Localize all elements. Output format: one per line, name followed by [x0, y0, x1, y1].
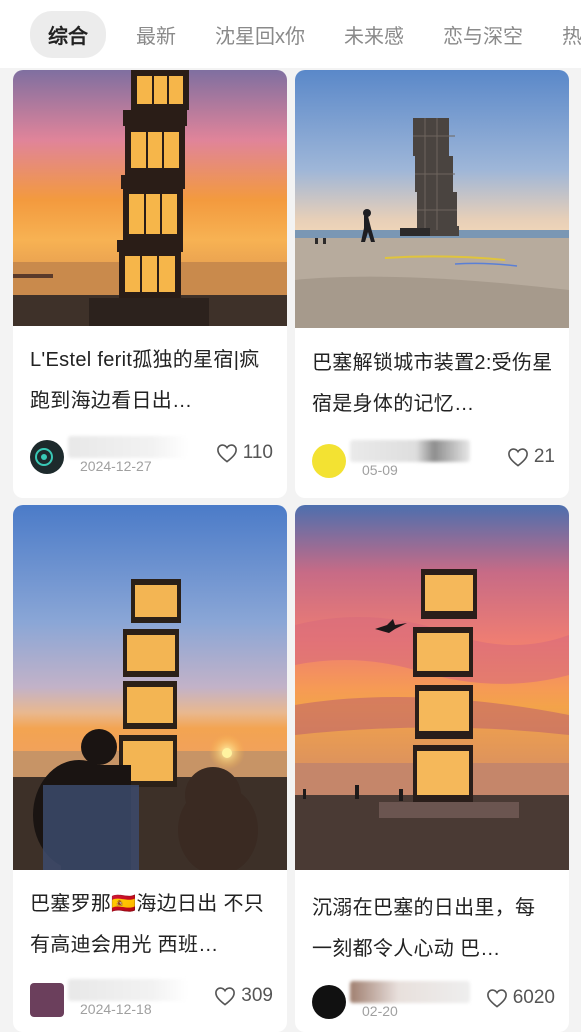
author-avatar[interactable] — [30, 983, 64, 1017]
heart-icon — [507, 448, 528, 467]
post-meta-4: 02-20 6020 — [312, 981, 555, 1025]
tab-more[interactable]: 热 — [562, 20, 581, 49]
like-count[interactable]: 309 — [214, 985, 273, 1007]
post-meta-2: 05-09 21 — [312, 440, 555, 484]
category-tabs: 综合 最新 沈星回x你 未来感 恋与深空 热 — [0, 0, 581, 68]
post-title-1[interactable]: L'Estel ferit孤独的星宿|疯跑到海边看日出… — [30, 340, 273, 422]
like-count-value: 309 — [241, 985, 273, 1006]
author-name[interactable] — [68, 979, 188, 1001]
post-card-3[interactable]: 巴塞罗那🇪🇸海边日出 不只有高迪会用光 西班… 2024-12-18 309 — [13, 505, 287, 1032]
like-count-value: 110 — [242, 442, 273, 463]
like-count[interactable]: 6020 — [486, 987, 555, 1009]
post-image-3[interactable] — [13, 505, 287, 870]
author-name[interactable] — [350, 981, 470, 1003]
like-count[interactable]: 110 — [216, 442, 273, 464]
author-name[interactable] — [68, 436, 188, 458]
like-count-value: 6020 — [512, 987, 555, 1008]
post-title-4[interactable]: 沉溺在巴塞的日出里，每一刻都令人心动 巴… — [312, 888, 555, 970]
post-image-2[interactable] — [295, 70, 569, 328]
post-date: 02-20 — [362, 1003, 398, 1019]
tab-latest[interactable]: 最新 — [136, 20, 176, 49]
post-title-3[interactable]: 巴塞罗那🇪🇸海边日出 不只有高迪会用光 西班… — [30, 884, 273, 966]
like-count[interactable]: 21 — [507, 446, 555, 468]
tab-general[interactable]: 综合 — [30, 10, 106, 58]
post-card-2[interactable]: 巴塞解锁城市装置2:受伤星宿是身体的记忆… 05-09 21 — [295, 70, 569, 498]
post-date: 2024-12-18 — [80, 1001, 152, 1017]
post-date: 2024-12-27 — [80, 458, 152, 474]
author-avatar[interactable] — [312, 985, 346, 1019]
heart-icon — [486, 989, 507, 1008]
tab-shen-xinghui[interactable]: 沈星回x你 — [215, 20, 305, 49]
author-avatar[interactable] — [30, 440, 64, 474]
author-avatar[interactable] — [312, 444, 346, 478]
post-card-1[interactable]: L'Estel ferit孤独的星宿|疯跑到海边看日出… 2024-12-27 … — [13, 70, 287, 498]
tab-love-and-deepspace[interactable]: 恋与深空 — [443, 20, 523, 49]
author-name[interactable] — [350, 440, 470, 462]
like-count-value: 21 — [533, 446, 555, 467]
post-image-4[interactable] — [295, 505, 569, 870]
post-title-2[interactable]: 巴塞解锁城市装置2:受伤星宿是身体的记忆… — [312, 343, 555, 425]
tab-futuristic[interactable]: 未来感 — [344, 20, 404, 49]
heart-icon — [215, 987, 236, 1006]
post-meta-1: 2024-12-27 110 — [30, 436, 273, 480]
post-date: 05-09 — [362, 462, 398, 478]
post-image-1[interactable] — [13, 70, 287, 326]
heart-icon — [216, 444, 237, 463]
post-card-4[interactable]: 沉溺在巴塞的日出里，每一刻都令人心动 巴… 02-20 6020 — [295, 505, 569, 1032]
post-meta-3: 2024-12-18 309 — [30, 979, 273, 1023]
